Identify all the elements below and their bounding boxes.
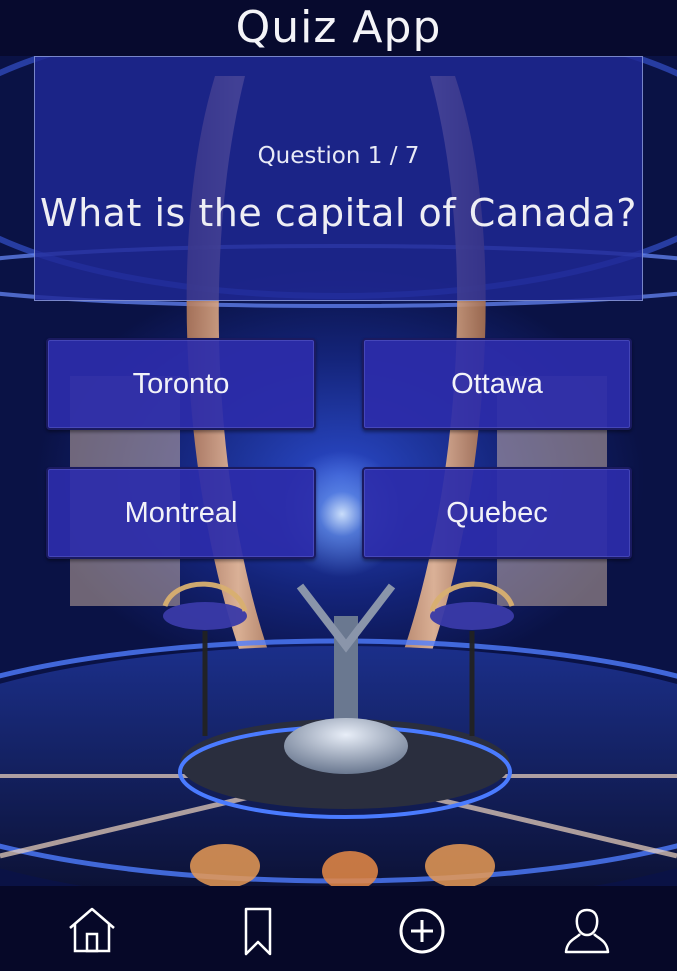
app-title: Quiz App (0, 0, 677, 56)
user-icon (564, 908, 610, 954)
bottom-navigation (0, 886, 677, 971)
nav-bookmark-button[interactable] (230, 906, 286, 962)
home-icon (69, 907, 115, 953)
answer-button-montreal[interactable]: Montreal (46, 467, 316, 559)
question-panel: Question 1 / 7 What is the capital of Ca… (34, 56, 643, 301)
nav-add-button[interactable] (394, 906, 450, 962)
question-counter: Question 1 / 7 (257, 143, 420, 169)
answer-button-ottawa[interactable]: Ottawa (362, 338, 632, 430)
answer-button-toronto[interactable]: Toronto (46, 338, 316, 430)
plus-circle-icon (399, 908, 445, 954)
nav-home-button[interactable] (64, 906, 120, 962)
answer-button-quebec[interactable]: Quebec (362, 467, 632, 559)
nav-profile-button[interactable] (559, 906, 615, 962)
question-text: What is the capital of Canada? (40, 191, 637, 235)
bookmark-icon (244, 907, 272, 956)
quiz-app: Quiz App Question 1 / 7 What is the capi… (0, 0, 677, 971)
